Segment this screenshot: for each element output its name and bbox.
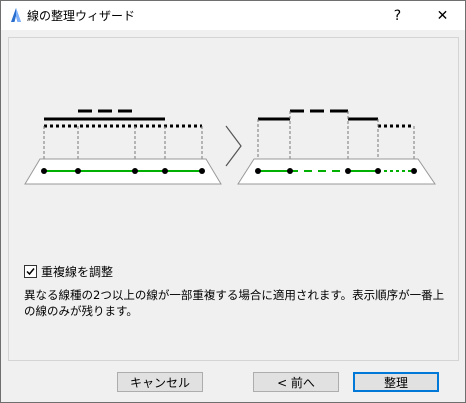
before-diagram	[24, 109, 222, 185]
content-panel: 重複線を調整 異なる線種の2つ以上の線が一部重複する場合に適用されます。表示順序…	[8, 37, 459, 361]
back-button[interactable]: < 前へ	[253, 372, 339, 392]
chevron-right-icon	[225, 125, 242, 167]
after-diagram	[237, 109, 436, 185]
cancel-button[interactable]: キャンセル	[117, 372, 203, 392]
close-button[interactable]: ✕	[420, 1, 465, 30]
option-description: 異なる線種の2つ以上の線が一部重複する場合に適用されます。表示順序が一番上の線の…	[24, 288, 445, 318]
adjust-overlap-checkbox[interactable]	[24, 264, 37, 278]
overlap-illustration	[24, 109, 436, 185]
window-title: 線の整理ウィザード	[27, 9, 136, 23]
adjust-overlap-option[interactable]: 重複線を調整	[24, 263, 113, 279]
wizard-dialog: 線の整理ウィザード ? ✕ 重複線を調整 異なる線種の2つ以上の線が一部重複する…	[0, 0, 466, 403]
app-icon	[11, 8, 21, 22]
finish-button[interactable]: 整理	[353, 372, 439, 392]
help-button[interactable]: ?	[375, 1, 420, 30]
title-bar: 線の整理ウィザード ? ✕	[1, 1, 465, 30]
adjust-overlap-label[interactable]: 重複線を調整	[41, 263, 113, 280]
after-top-segments	[258, 109, 378, 121]
checkmark-icon	[26, 267, 35, 275]
